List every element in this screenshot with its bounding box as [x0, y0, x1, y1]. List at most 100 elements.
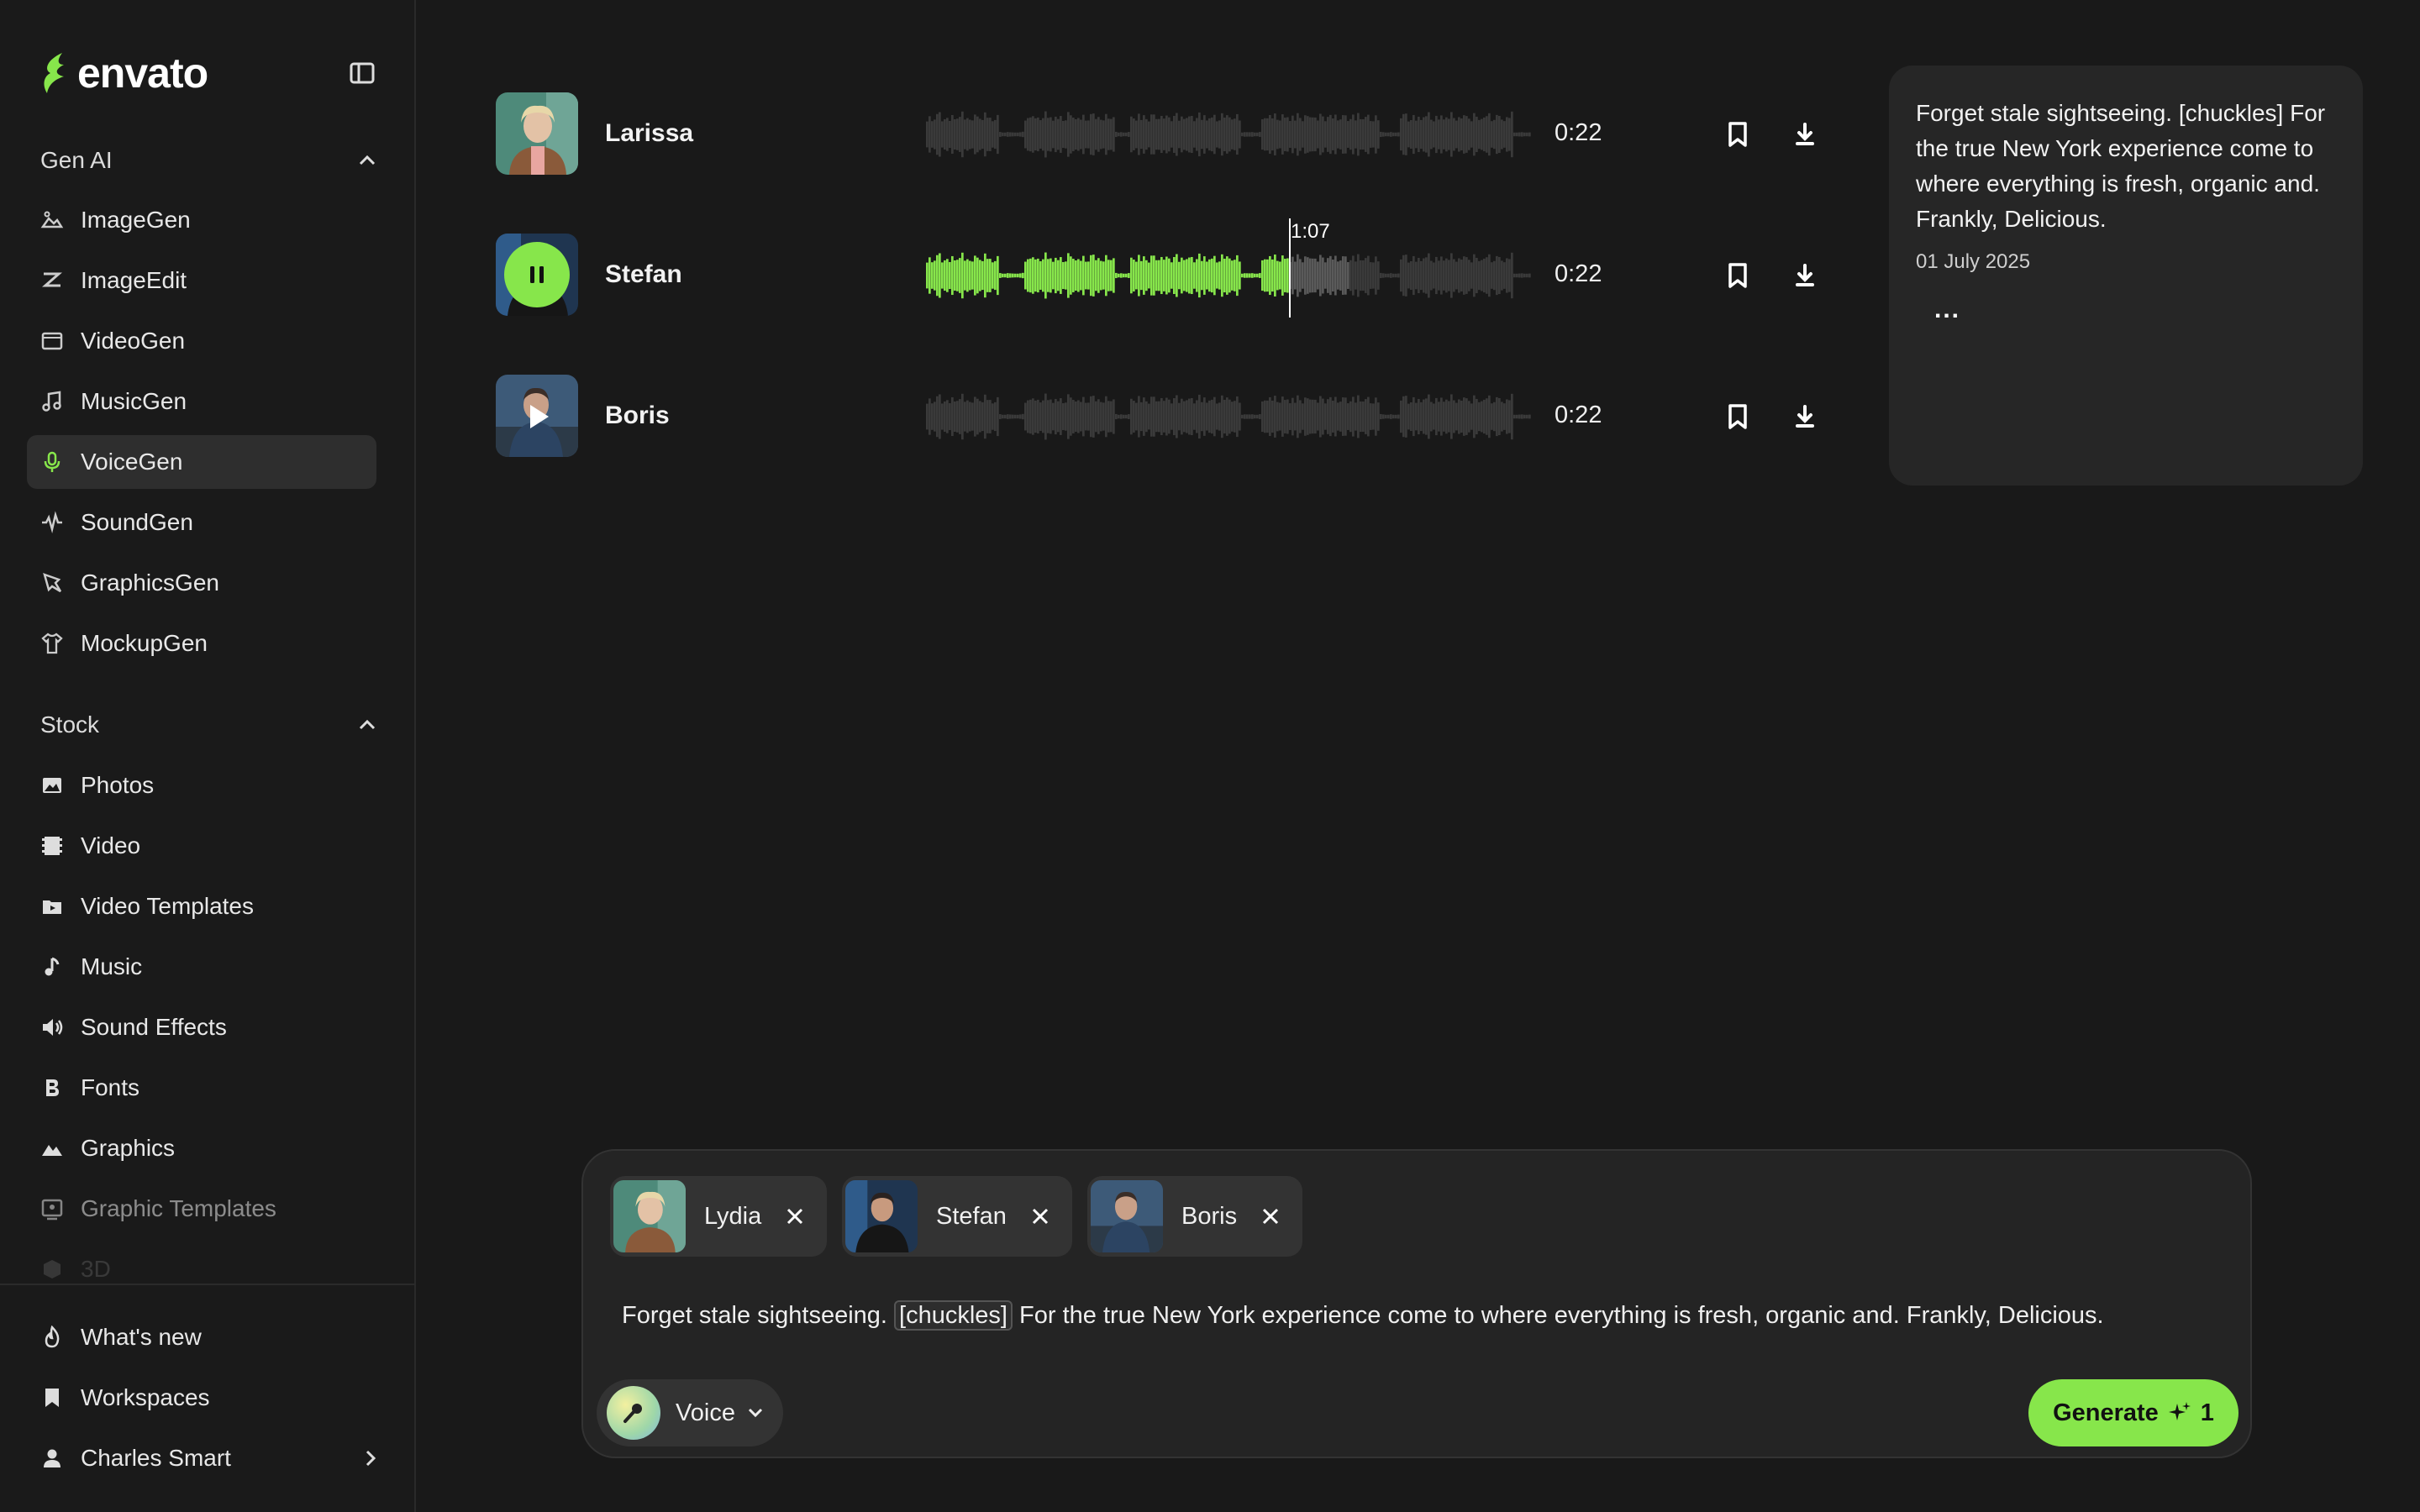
waveform-bar [1017, 273, 1019, 278]
waveform-bar [1281, 114, 1284, 155]
waveform-bar [1004, 132, 1007, 137]
waveform-bar [1511, 393, 1513, 440]
waveform-bar [1380, 131, 1382, 138]
sidebar-item-label: MusicGen [81, 388, 187, 414]
sidebar-item-graphic-templates[interactable]: Graphic Templates [27, 1182, 376, 1236]
download-button[interactable] [1788, 400, 1822, 433]
prompt-tag-chuckles[interactable]: [chuckles] [894, 1300, 1013, 1331]
more-options-button[interactable]: ... [1934, 296, 2336, 324]
waveform-bar [1496, 255, 1498, 296]
close-icon[interactable] [785, 1206, 805, 1226]
pause-button[interactable] [504, 242, 570, 307]
bookmark-button[interactable] [1721, 118, 1754, 151]
track-row-boris[interactable]: Boris 0:22 [496, 375, 1823, 459]
sidebar-item-music[interactable]: Music [27, 940, 376, 994]
prompt-input[interactable]: Forget stale sightseeing. [chuckles] For… [622, 1300, 2104, 1331]
waveform-bar [1044, 111, 1047, 158]
section-gen-ai-toggle[interactable]: Gen AI [40, 139, 376, 181]
sidebar-item-graphicsgen[interactable]: GraphicsGen [27, 556, 376, 610]
sidebar-item-imageedit[interactable]: ImageEdit [27, 254, 376, 307]
voice-chip-boris[interactable]: Boris [1087, 1176, 1303, 1257]
waveform-bar [979, 401, 981, 433]
sidebar-item-video[interactable]: Video [27, 819, 376, 873]
track-duration: 0:22 [1555, 402, 1602, 428]
waveform-bar [939, 253, 941, 298]
waveform-bar [1266, 118, 1269, 151]
user-icon [40, 1446, 64, 1470]
track-row-larissa[interactable]: Larissa 0:22 [496, 92, 1823, 176]
sidebar-item-imagegen[interactable]: ImageGen [27, 193, 376, 247]
voice-avatar-larissa[interactable] [496, 92, 578, 175]
waveform-bar [1478, 402, 1481, 432]
voice-avatar-boris[interactable] [496, 375, 578, 457]
waveform-bar [1498, 397, 1501, 436]
waveform-bar [1130, 116, 1133, 153]
waveform-bar [1365, 117, 1367, 152]
sidebar-item-fonts[interactable]: Fonts [27, 1061, 376, 1115]
voice-mic-icon [607, 1386, 660, 1440]
waveform-bar [1518, 414, 1521, 419]
waveform-bar [1483, 399, 1486, 434]
sidebar-item-musicgen[interactable]: MusicGen [27, 375, 376, 428]
sidebar-item-workspaces[interactable]: Workspaces [27, 1371, 389, 1425]
waveform[interactable] [926, 250, 1531, 301]
waveform-bar [1463, 397, 1465, 436]
sidebar-item-label: MockupGen [81, 630, 208, 656]
waveform-bar [1395, 132, 1397, 137]
stock-nav: Photos Video Video Templates Music Sound… [27, 759, 376, 1303]
waveform[interactable] [926, 109, 1531, 160]
sidebar-item-voicegen[interactable]: VoiceGen [27, 435, 376, 489]
waveform-bar [1100, 119, 1102, 150]
bookmark-button[interactable] [1721, 259, 1754, 292]
waveform-bar [1244, 414, 1246, 419]
sidebar-item-whats-new[interactable]: What's new [27, 1310, 389, 1364]
voice-settings-button[interactable]: Voice [597, 1379, 783, 1446]
sidebar-item-account[interactable]: Charles Smart [27, 1431, 389, 1485]
waveform-bar [1513, 273, 1516, 278]
waveform-bar [1528, 273, 1531, 278]
waveform-bar [992, 121, 994, 148]
waveform-bar [1276, 119, 1279, 150]
bookmark-button[interactable] [1721, 400, 1754, 433]
waveform-bar [1372, 403, 1375, 430]
sidebar-item-sound-effects[interactable]: Sound Effects [27, 1000, 376, 1054]
waveform-bar [1460, 118, 1463, 151]
download-button[interactable] [1788, 259, 1822, 292]
waveform[interactable] [926, 391, 1531, 442]
waveform-bar [1362, 118, 1365, 150]
sidebar-item-video-templates[interactable]: Video Templates [27, 879, 376, 933]
voice-chip-stefan[interactable]: Stefan [842, 1176, 1072, 1257]
download-button[interactable] [1788, 118, 1822, 151]
sidebar-item-soundgen[interactable]: SoundGen [27, 496, 376, 549]
generate-button[interactable]: Generate 1 [2028, 1379, 2238, 1446]
close-icon[interactable] [1260, 1206, 1281, 1226]
sidebar-item-graphics[interactable]: Graphics [27, 1121, 376, 1175]
voice-avatar-stefan[interactable] [496, 234, 578, 316]
section-stock-toggle[interactable]: Stock [40, 704, 376, 746]
play-icon[interactable] [521, 400, 555, 433]
cube-icon [40, 1257, 64, 1281]
waveform-bar [1410, 402, 1413, 431]
sidebar-item-mockupgen[interactable]: MockupGen [27, 617, 376, 670]
sidebar-collapse-button[interactable] [348, 59, 378, 89]
waveform-bar [1009, 132, 1012, 137]
waveform-bar [1188, 116, 1191, 153]
envato-logo[interactable]: envato [39, 49, 208, 97]
waveform-bar [1203, 115, 1206, 154]
sidebar-item-videogen[interactable]: VideoGen [27, 314, 376, 368]
waveform-bar [1007, 132, 1009, 137]
waveform-bar [1241, 132, 1244, 137]
close-icon[interactable] [1030, 1206, 1050, 1226]
waveform-bar [1002, 414, 1004, 419]
voice-chip-lydia[interactable]: Lydia [610, 1176, 828, 1257]
waveform-bar [1183, 401, 1186, 433]
waveform-bar [1458, 258, 1460, 293]
waveform-bar [1216, 403, 1218, 430]
track-row-stefan[interactable]: Stefan 0:22 [496, 234, 1823, 318]
waveform-bar [1440, 115, 1443, 154]
mic-icon [40, 450, 64, 474]
waveform-bar [1397, 132, 1400, 137]
waveform-bar [1526, 273, 1528, 278]
waveform-bar [969, 260, 971, 291]
sidebar-item-photos[interactable]: Photos [27, 759, 376, 812]
